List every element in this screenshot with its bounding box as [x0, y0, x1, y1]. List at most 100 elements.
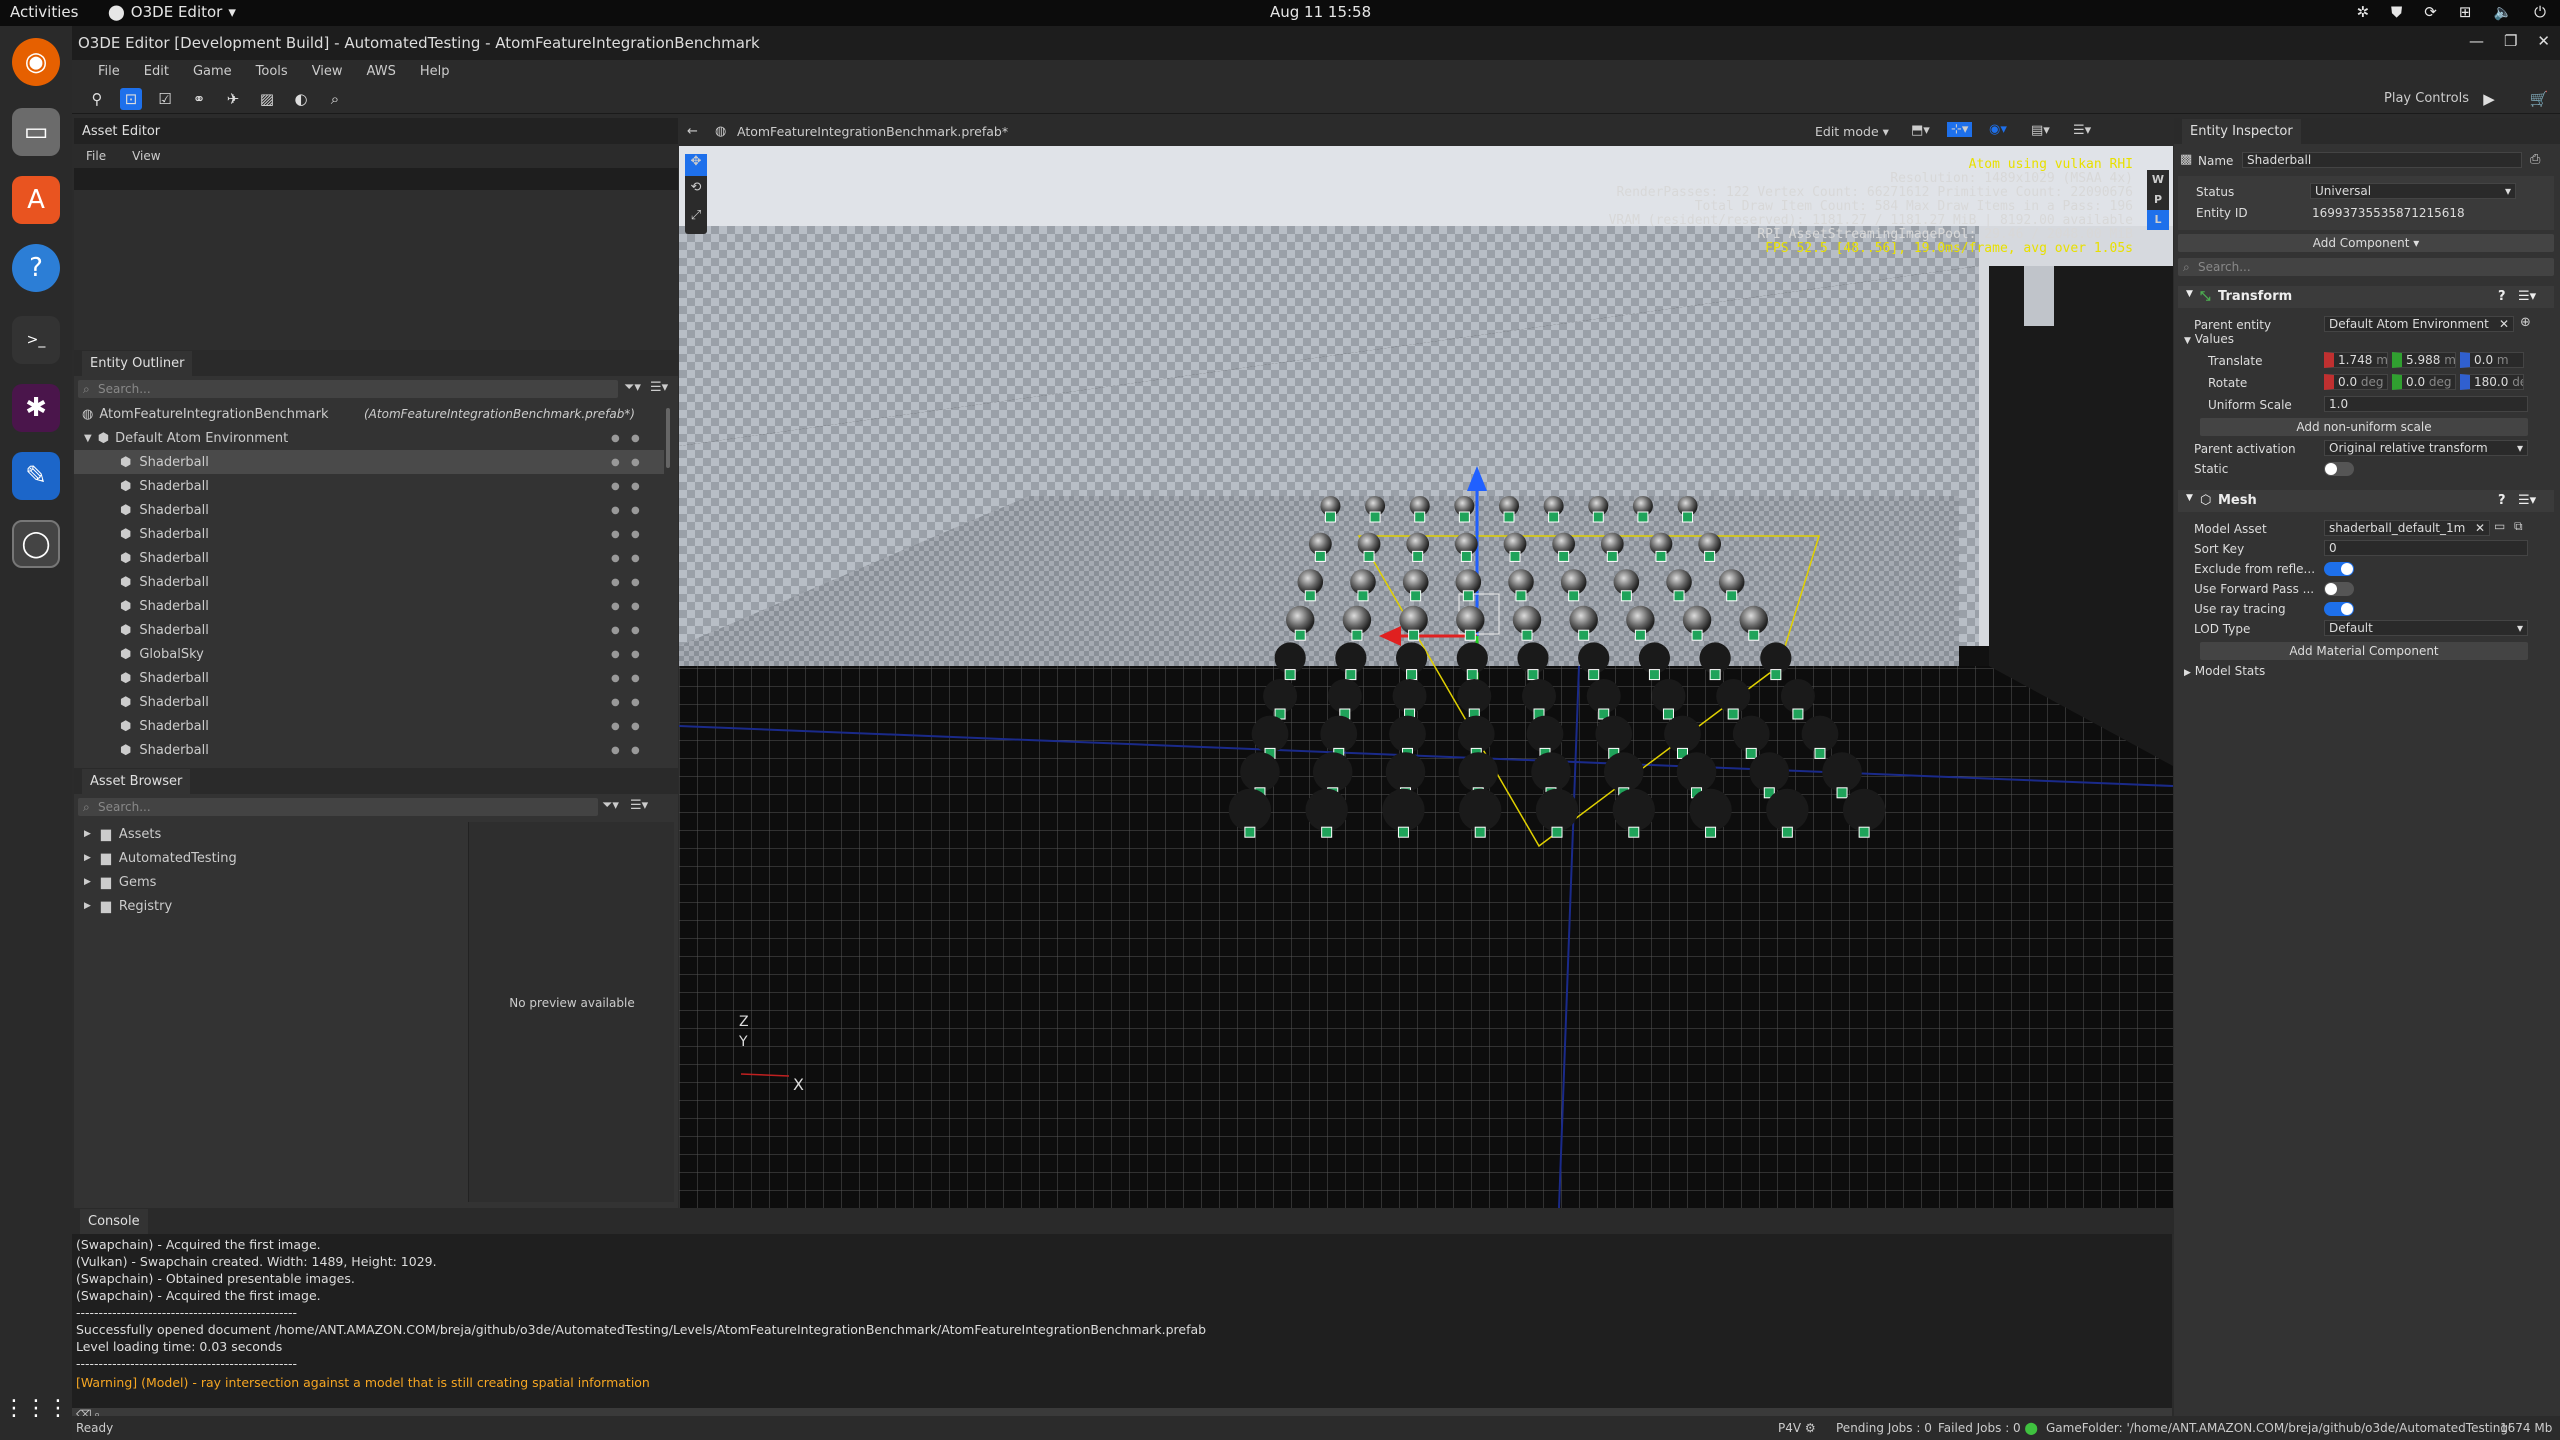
activities-button[interactable]: Activities: [10, 3, 78, 21]
edit-mode-dropdown[interactable]: Edit mode ▾: [1815, 124, 1889, 139]
layout-icon[interactable]: ▤▾: [2031, 123, 2050, 138]
visibility-icon[interactable]: ●: [611, 673, 620, 684]
shaderball[interactable]: [1251, 715, 1289, 753]
help-icon[interactable]: ?: [2498, 289, 2506, 304]
entity-marker-icon[interactable]: [1709, 669, 1721, 681]
entity-marker-icon[interactable]: [1770, 669, 1782, 681]
shaderball[interactable]: [1699, 642, 1731, 674]
sort-key-field[interactable]: 0: [2324, 540, 2528, 556]
entity-marker-icon[interactable]: [1503, 511, 1515, 523]
scale-tool-icon[interactable]: ⤢: [685, 204, 707, 232]
visibility-icon[interactable]: ●: [611, 649, 620, 660]
entity-marker-icon[interactable]: [1606, 550, 1618, 562]
translate-x-field[interactable]: 1.748 m: [2324, 352, 2388, 368]
name-field[interactable]: Shaderball: [2242, 152, 2522, 168]
lock-icon[interactable]: ●: [631, 649, 640, 660]
component-search-input[interactable]: ⌕ Search...: [2178, 258, 2554, 276]
shaderball[interactable]: [1327, 679, 1362, 713]
snap-icon[interactable]: ⊡: [120, 88, 142, 110]
lock-icon[interactable]: ●: [631, 673, 640, 684]
shaderball[interactable]: [1822, 752, 1862, 792]
visibility-icon[interactable]: ●: [611, 745, 620, 756]
rotate-tool-icon[interactable]: ⟲: [685, 176, 707, 204]
entity-marker-icon[interactable]: [1284, 669, 1296, 681]
rotate-y-field[interactable]: 0.0 deg: [2392, 374, 2456, 390]
shaderball[interactable]: [1689, 788, 1732, 832]
entity-marker-icon[interactable]: [1673, 590, 1685, 602]
slack-icon[interactable]: ✱: [12, 384, 60, 432]
visibility-icon[interactable]: ●: [611, 457, 620, 468]
asset-editor-menu-view[interactable]: View: [132, 149, 160, 163]
folder-row[interactable]: ▶ ▆ AutomatedTesting: [74, 846, 470, 870]
p4v-status[interactable]: P4V ⚙: [1778, 1421, 1816, 1435]
shaderball[interactable]: [1716, 679, 1751, 713]
back-arrow-icon[interactable]: ←: [687, 124, 698, 139]
outliner-scrollbar[interactable]: [666, 408, 670, 468]
entity-marker-icon[interactable]: [1578, 629, 1590, 641]
shaderball[interactable]: [1458, 752, 1499, 792]
entity-marker-icon[interactable]: [1406, 669, 1418, 681]
open-asset-icon[interactable]: ⧉: [2514, 519, 2523, 534]
volume-icon[interactable]: 🔈: [2493, 3, 2512, 21]
chevron-right-icon[interactable]: ▶: [84, 901, 91, 911]
parent-activation-dropdown[interactable]: Original relative transform ▾: [2324, 440, 2528, 456]
outliner-entity-row[interactable]: ⬢ GlobalSky ● ●: [74, 642, 664, 666]
transform-section-header[interactable]: ▼ ⤡ Transform ? ☰▾: [2178, 286, 2554, 308]
sync-icon[interactable]: ⟳: [2424, 3, 2437, 21]
folder-row[interactable]: ▶ ▆ Gems: [74, 870, 470, 894]
shaderball[interactable]: [1760, 642, 1792, 674]
model-stats-group[interactable]: ▶ Model Stats: [2184, 664, 2265, 678]
entity-marker-icon[interactable]: [1509, 550, 1521, 562]
outliner-entity-row[interactable]: ⬢ Shaderball ● ●: [74, 498, 664, 522]
shaderball[interactable]: [1595, 715, 1633, 753]
chevron-right-icon[interactable]: ▶: [84, 829, 91, 839]
menu-icon[interactable]: ☰▾: [630, 798, 648, 813]
shaderball[interactable]: [1535, 788, 1579, 832]
entity-marker-icon[interactable]: [1748, 629, 1760, 641]
help-icon[interactable]: ?: [12, 244, 60, 292]
globe-icon[interactable]: ◐: [290, 88, 312, 110]
uniform-scale-field[interactable]: 1.0: [2324, 396, 2528, 412]
shaderball[interactable]: [1335, 642, 1367, 674]
status-dropdown[interactable]: Universal ▾: [2310, 183, 2516, 199]
lock-icon[interactable]: ●: [631, 433, 640, 444]
outliner-entity-row[interactable]: ⬢ Shaderball ● ●: [74, 522, 664, 546]
shaderball[interactable]: [1517, 642, 1549, 674]
entity-marker-icon[interactable]: [1458, 511, 1470, 523]
entity-marker-icon[interactable]: [1858, 826, 1870, 838]
outliner-entity-row[interactable]: ⬢ Shaderball ● ●: [74, 618, 664, 642]
rotate-z-field[interactable]: 180.0 deg: [2460, 374, 2524, 390]
entity-marker-icon[interactable]: [1462, 590, 1474, 602]
visibility-icon[interactable]: ●: [611, 721, 620, 732]
entity-marker-icon[interactable]: [1634, 629, 1646, 641]
software-center-icon[interactable]: A: [12, 176, 60, 224]
entity-marker-icon[interactable]: [1466, 669, 1478, 681]
lock-icon[interactable]: ●: [631, 721, 640, 732]
entity-marker-icon[interactable]: [1704, 550, 1716, 562]
entity-marker-icon[interactable]: [1412, 550, 1424, 562]
wrench-icon[interactable]: ✈: [222, 88, 244, 110]
chevron-down-icon[interactable]: ▼: [2186, 493, 2193, 503]
static-toggle[interactable]: [2324, 462, 2354, 476]
entity-marker-icon[interactable]: [1745, 747, 1757, 759]
outliner-entity-row[interactable]: ⬢ Shaderball ● ●: [74, 690, 664, 714]
outliner-entity-row[interactable]: ⬢ Shaderball ● ●: [74, 474, 664, 498]
3d-viewport[interactable]: Z Y X Atom using vulkan RHI Resolution: …: [679, 146, 2173, 1208]
entity-inspector-tab[interactable]: Entity Inspector: [2182, 118, 2301, 144]
add-non-uniform-scale-button[interactable]: Add non-uniform scale: [2200, 418, 2528, 436]
shaderball[interactable]: [1612, 788, 1655, 832]
lock-icon[interactable]: ●: [631, 625, 640, 636]
snap-grid-icon[interactable]: ⊹▾: [1947, 122, 1973, 137]
power-icon[interactable]: ⏻: [2534, 3, 2546, 21]
link-icon[interactable]: ⚭: [188, 88, 210, 110]
entity-marker-icon[interactable]: [1345, 669, 1357, 681]
entity-marker-icon[interactable]: [1351, 629, 1363, 641]
visibility-icon[interactable]: ●: [611, 553, 620, 564]
entity-marker-icon[interactable]: [1691, 629, 1703, 641]
cart-icon[interactable]: 🛒: [2528, 88, 2550, 110]
local-space-button[interactable]: L: [2147, 210, 2169, 230]
lock-icon[interactable]: ●: [631, 505, 640, 516]
text-editor-icon[interactable]: ✎: [12, 452, 60, 500]
search-icon[interactable]: ⌕: [324, 88, 346, 110]
entity-marker-icon[interactable]: [1244, 826, 1256, 838]
